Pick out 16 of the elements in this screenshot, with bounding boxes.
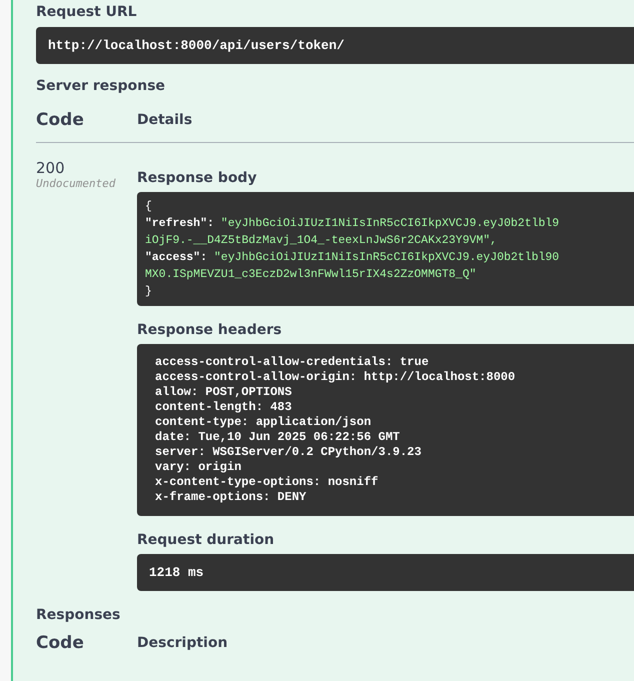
request-url-box: http://localhost:8000/api/users/token/ [36,27,634,64]
response-headers-box: access-control-allow-credentials: true access-control-allow-origin: http://localhost:8000 allow: POST,OPTIONS content-length: 483 content-type: application/json date: Tue,10 Jun 2025 06:22:56 GMT server: WSGIServer/0.2 CPython/3.9.23 vary: origin x-content-type-options: nosniff x-frame-options: DENY [137,344,634,516]
request-duration-box: 1218 ms [137,554,634,591]
status-note: Undocumented [36,177,116,190]
section-heading: Request URL [36,4,138,20]
section-heading: Server response [36,78,166,94]
column-header: Code [36,110,85,130]
column-header: Description [137,635,228,651]
section-heading: Request duration [137,532,276,548]
column-header: Details [137,112,192,128]
section-heading: Responses [36,607,122,623]
column-header: Code [36,633,85,653]
status-code: 200 [36,159,66,177]
section-heading: Response body [137,170,258,186]
section-heading: Response headers [137,322,283,338]
response-body-box: { "refresh": "eyJhbGciOiJIUzI1NiIsInR5cCI6IkpXVCJ9.eyJ0b2tlbl9 iOjF9.-__D4Z5tBdzMavj_1O4_-teexLnJwS6r2CAKx23Y9VM", "access": "eyJhbGciOiJIUzI1NiIsInR5cCI6IkpXVCJ9.eyJ0b2tlbl90 MX0.ISpMEVZU1_c3EczD2wl3nFWwl15rIX4s2ZzOMMGT8_Q" } [137,192,634,306]
